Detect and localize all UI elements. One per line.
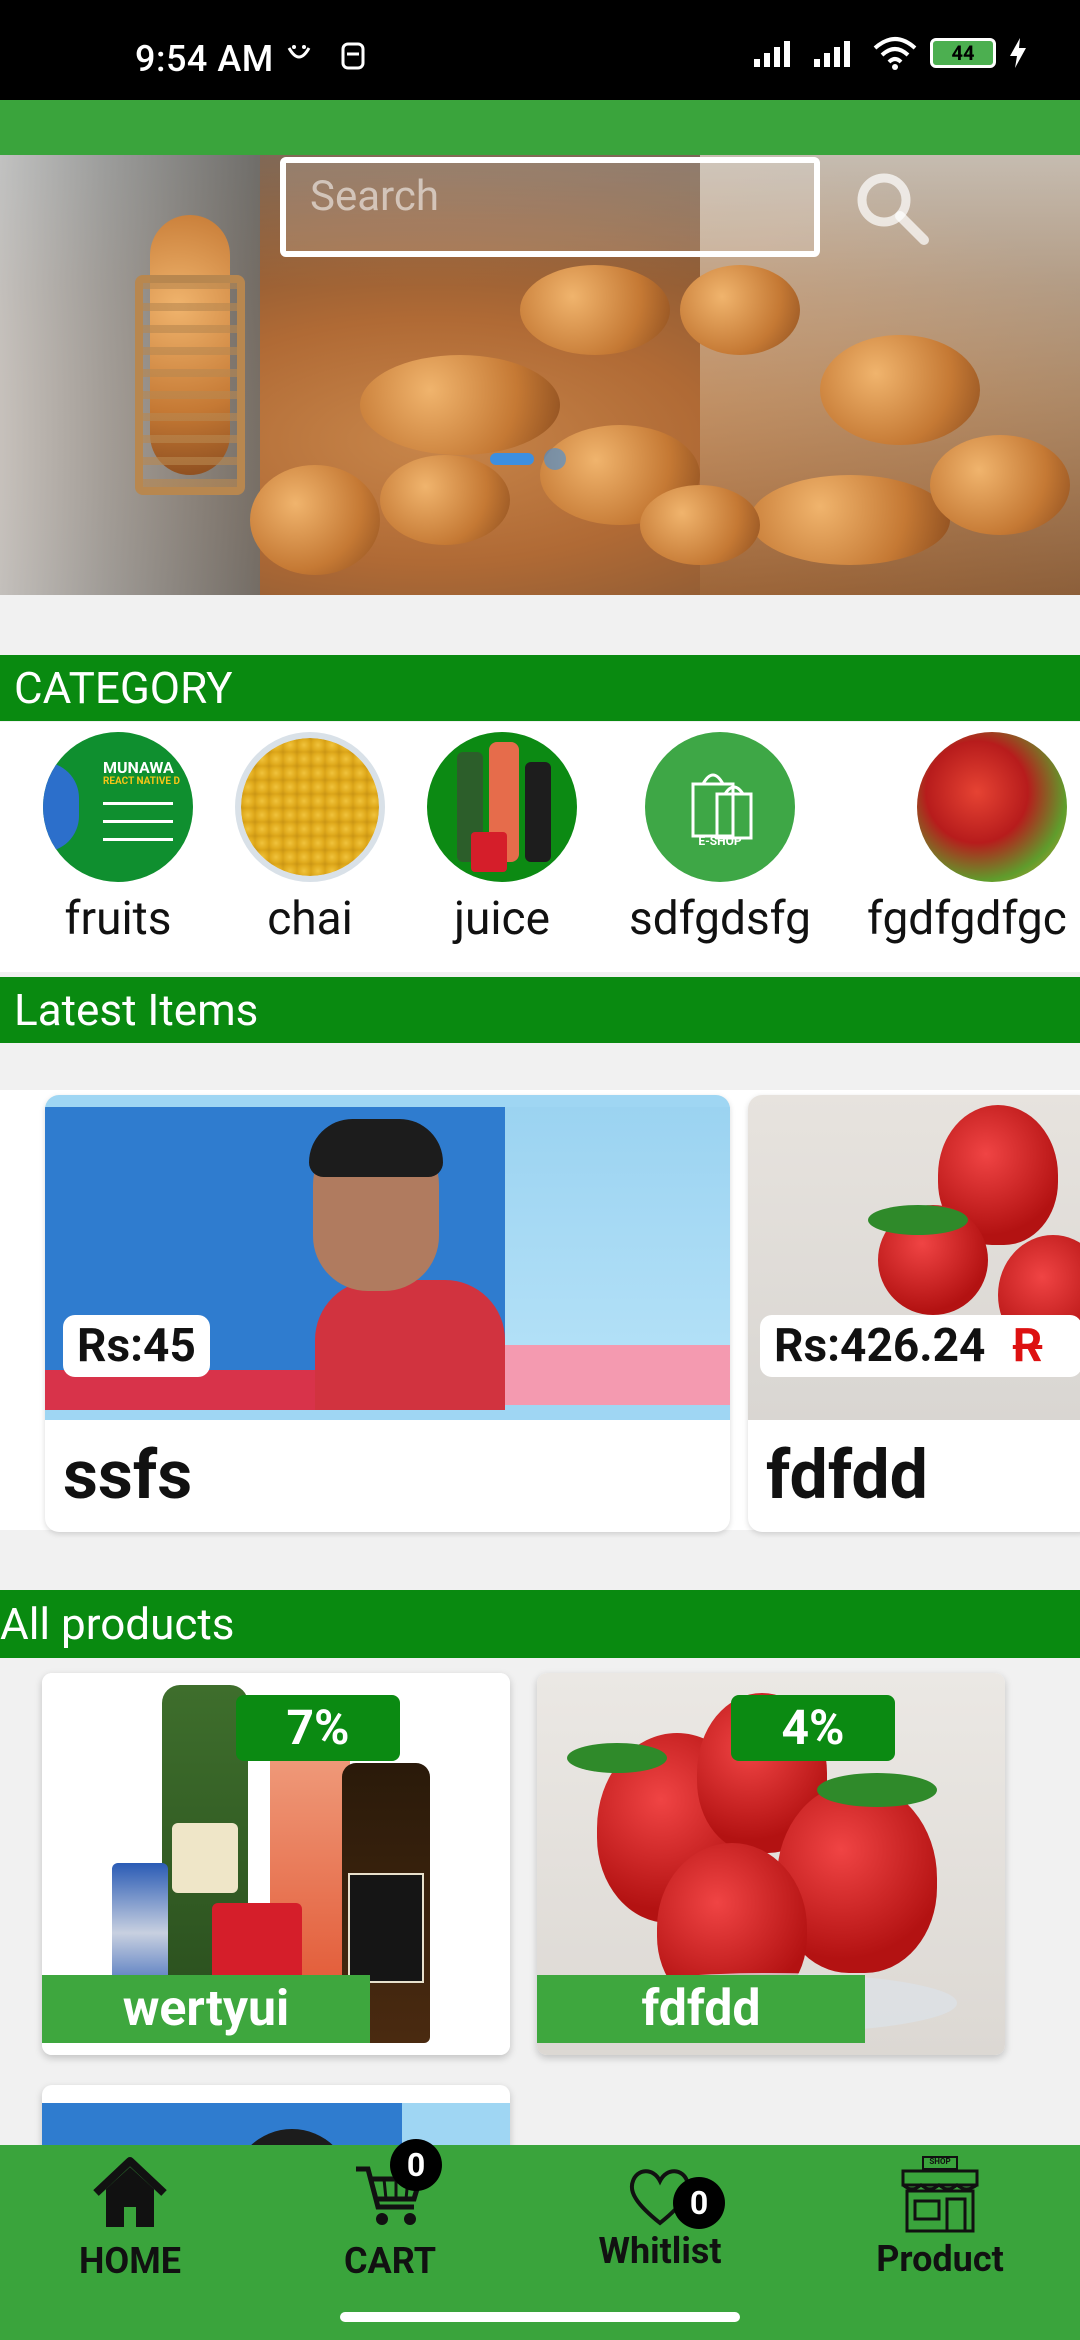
price-value: Rs:426.24 [774, 1319, 986, 1373]
category-item-fruits[interactable]: MUNAWA REACT NATIVE D fruits [38, 732, 198, 946]
eshop-label: E-SHOP [698, 834, 742, 848]
category-image: E-SHOP [645, 732, 795, 882]
search-placeholder: Search [310, 172, 440, 221]
system-icons: 44 [752, 36, 1028, 70]
charging-icon [1010, 38, 1026, 68]
category-label: fruits [64, 892, 172, 946]
category-image-line [103, 838, 173, 841]
bottle-label [172, 1823, 238, 1893]
category-item-fgdfgdfgc[interactable]: fgdfgdfgc [867, 732, 1072, 946]
notification-icons [285, 38, 375, 80]
bottle-label [348, 1873, 424, 1983]
nav-home-label: HOME [78, 2240, 181, 2282]
strawberry-leaf [868, 1205, 968, 1235]
latest-item-title: ssfs [63, 1435, 193, 1515]
nav-product-label: Product [876, 2238, 1004, 2280]
category-image-text: REACT NATIVE D [103, 776, 181, 787]
person-hair [309, 1119, 443, 1177]
discount-badge: 4% [731, 1695, 895, 1761]
product-name: wertyui [42, 1975, 370, 2043]
nav-wishlist-label: Whitlist [598, 2230, 722, 2272]
banner-bread [360, 355, 560, 455]
all-products-header: All products [0, 1590, 1080, 1658]
old-price: R [1012, 1319, 1043, 1373]
category-image [917, 732, 1067, 882]
battery-icon: 44 [930, 38, 996, 68]
home-icon [93, 2157, 167, 2227]
strawberry-leaf [567, 1743, 667, 1773]
banner-bread [520, 265, 670, 355]
signal-icon [754, 41, 790, 67]
latest-item-title: fdfdd [766, 1435, 928, 1515]
category-label: chai [267, 892, 353, 946]
wishlist-count-badge: 0 [673, 2177, 725, 2229]
category-item-juice[interactable]: juice [422, 732, 582, 946]
category-label: sdfgdsfg [629, 892, 811, 946]
nav-product[interactable]: SHOP Product [860, 2155, 1020, 2280]
category-image-line [103, 820, 173, 823]
latest-item-card[interactable]: Rs:426.24 R fdfdd [748, 1095, 1080, 1532]
person-shirt [315, 1280, 505, 1410]
latest-items-header: Latest Items [0, 977, 1080, 1043]
price-tag: Rs:45 [63, 1315, 210, 1377]
category-image-line [103, 802, 173, 805]
status-time: 9:54 AM [135, 38, 274, 80]
banner-bread [930, 435, 1070, 535]
cart-count-badge: 0 [390, 2139, 442, 2191]
shop-sign-text: SHOP [929, 2157, 951, 2166]
category-image: MUNAWA REACT NATIVE D [43, 732, 193, 882]
notification-icon [287, 42, 365, 70]
nav-home[interactable]: HOME [60, 2155, 200, 2282]
banner-bread [250, 465, 380, 575]
latest-item-card[interactable]: Rs:45 ssfs [45, 1095, 730, 1532]
banner-bread [820, 335, 980, 445]
banner-bread [750, 475, 950, 565]
carousel-dot-active[interactable] [490, 453, 534, 465]
header-strip [0, 100, 1080, 155]
banner-bread [640, 485, 760, 565]
carousel-pagination [490, 448, 566, 470]
banner-basket [135, 275, 245, 495]
price-tag: Rs:426.24 R [760, 1315, 1080, 1377]
strawberry-leaf [817, 1773, 937, 1807]
home-indicator[interactable] [340, 2312, 740, 2322]
wifi-icon [873, 37, 917, 70]
category-image-shape [43, 762, 79, 852]
nav-cart-label: CART [343, 2240, 437, 2282]
category-label: juice [453, 892, 551, 946]
product-card[interactable]: 7% wertyui [42, 1673, 510, 2055]
category-item-sdfgdsfg[interactable]: E-SHOP sdfgdsfg [629, 732, 811, 946]
search-icon[interactable] [852, 168, 932, 248]
category-list: MUNAWA REACT NATIVE D fruits chai juice [0, 722, 1080, 972]
can-shape [471, 832, 507, 872]
category-image [235, 732, 385, 882]
status-bar: 9:54 AM 44 [0, 0, 1080, 100]
discount-badge: 7% [236, 1695, 400, 1761]
photo-stripe [505, 1345, 730, 1405]
shopping-bag-icon [691, 773, 753, 840]
category-image-text: MUNAWA [103, 758, 174, 777]
category-image [427, 732, 577, 882]
bottom-navigation: HOME CART 0 Whitlist 0 SHOP Product [0, 2139, 1080, 2295]
photo-stripe [505, 1107, 730, 1347]
category-item-chai[interactable]: chai [230, 732, 390, 946]
carousel-dot[interactable] [544, 448, 566, 470]
shop-icon [901, 2156, 979, 2233]
product-name: fdfdd [537, 1975, 865, 2043]
category-header: CATEGORY [0, 655, 1080, 721]
chickpeas-image [241, 738, 379, 876]
bottle-shape [525, 762, 551, 862]
signal-icon-2 [814, 41, 850, 67]
banner-bread [680, 265, 800, 355]
category-label: fgdfgdfgc [867, 892, 1067, 946]
product-card[interactable]: 4% fdfdd [537, 1673, 1005, 2055]
